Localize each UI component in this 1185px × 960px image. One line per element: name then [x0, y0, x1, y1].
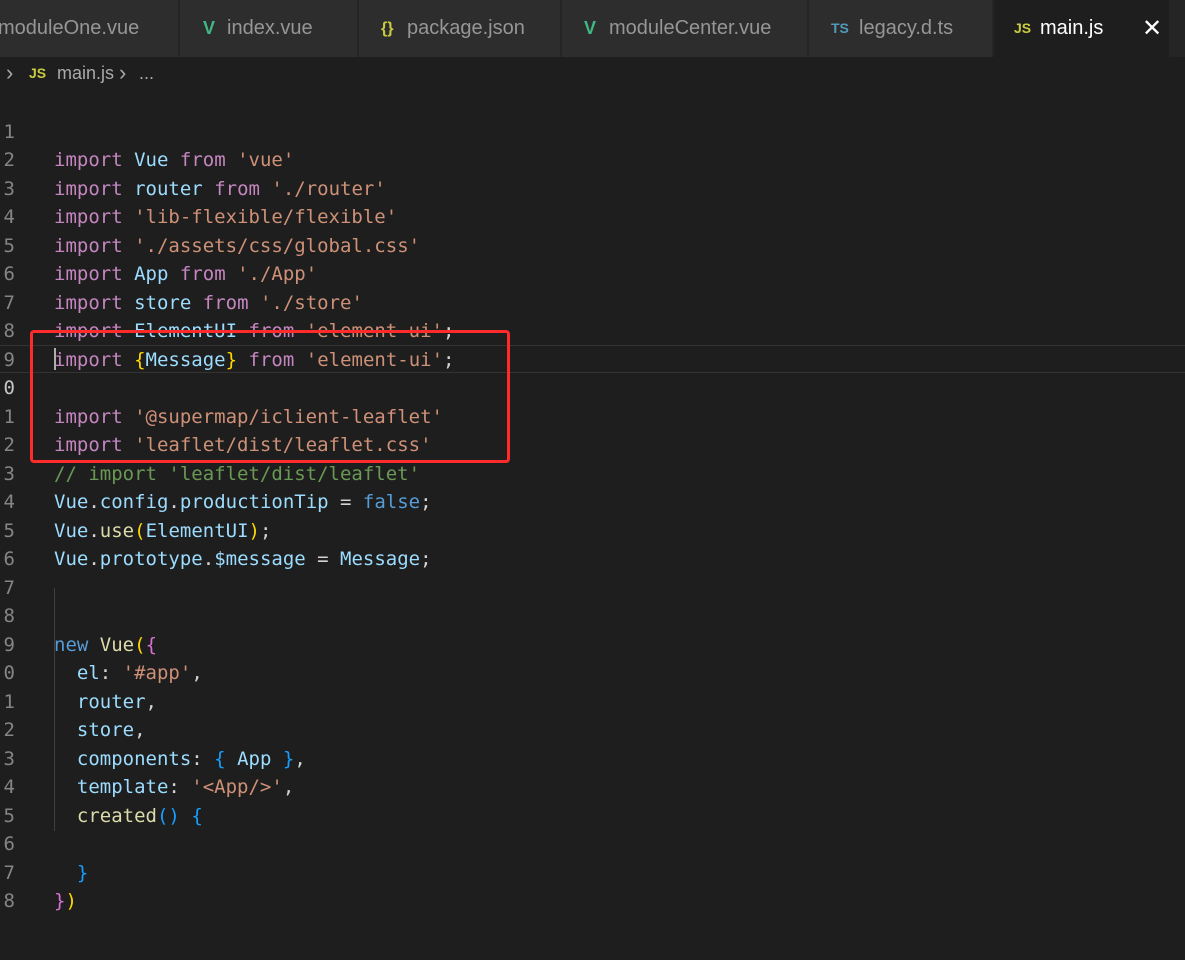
tab-moduleone-vue[interactable]: moduleOne.vue — [0, 0, 179, 57]
code-line: 5 import App from './App' — [0, 203, 1185, 286]
tab-label: index.vue — [227, 17, 313, 39]
highlight-annotation-box — [30, 330, 510, 463]
tab-index-vue[interactable]: V index.vue — [180, 0, 358, 57]
code-line: 1 store, — [0, 659, 1185, 742]
vscode-window: moduleOne.vue V index.vue {} package.jso… — [0, 0, 1185, 960]
chevron-right-icon: › — [119, 60, 127, 85]
tab-label: legacy.d.ts — [859, 17, 954, 39]
code-editor[interactable]: 1 import Vue from 'vue' 2 import router … — [0, 89, 1185, 960]
tab-label: moduleOne.vue — [0, 17, 140, 39]
code-line: 2 import router from './router' — [0, 118, 1185, 200]
vue-icon: V — [203, 18, 216, 38]
close-tab-icon[interactable]: ✕ — [1140, 0, 1164, 57]
code-line: 9 el: '#app', — [0, 602, 1185, 685]
tab-label: package.json — [407, 17, 525, 39]
code-line: 3 import 'lib-flexible/flexible' — [0, 146, 1185, 229]
code-line: 8 new Vue({ — [0, 574, 1185, 656]
code-line: 6 import store from './store' — [0, 232, 1185, 314]
js-icon: JS — [29, 65, 47, 81]
code-line: 6 — [0, 517, 1185, 570]
code-line: 7 import ElementUI from 'element-ui'; — [0, 260, 1185, 343]
code-line: 4 created() { — [0, 745, 1185, 827]
code-line: 6 } — [0, 802, 1185, 884]
tab-modulecenter-vue[interactable]: V moduleCenter.vue — [562, 0, 808, 57]
code-line: 0 router, — [0, 631, 1185, 713]
code-line: 3 template: '<App/>', — [0, 716, 1185, 799]
ts-icon: TS — [831, 20, 849, 36]
code-line: 7 }) — [0, 830, 1185, 913]
breadcrumb-file[interactable]: main.js — [57, 57, 114, 89]
tab-legacy-d-ts[interactable]: TS legacy.d.ts — [809, 0, 993, 57]
chevron-right-icon: › — [6, 60, 14, 85]
code-line: 1 import Vue from 'vue' — [0, 89, 1185, 172]
code-line: 8 import {Message} from 'element-ui'; — [0, 289, 1185, 371]
tab-label: moduleCenter.vue — [609, 17, 772, 39]
code-line: 4 Vue.use(ElementUI); — [0, 460, 1185, 542]
breadcrumb-symbols[interactable]: ... — [139, 57, 154, 89]
js-icon: JS — [1014, 20, 1032, 36]
json-icon: {} — [381, 20, 394, 37]
code-line: 7 — [0, 545, 1185, 599]
vue-icon: V — [584, 18, 597, 38]
tab-package-json[interactable]: {} package.json — [359, 0, 561, 57]
code-line: 5 — [0, 773, 1185, 827]
code-line: 8 — [0, 859, 1185, 912]
code-line: 4 import './assets/css/global.css' — [0, 175, 1185, 257]
tab-label: main.js — [1040, 17, 1104, 39]
line-number: 8 — [3, 890, 15, 912]
editor-tab-bar: moduleOne.vue V index.vue {} package.jso… — [0, 0, 1185, 57]
breadcrumb: › JS main.js › ... — [0, 57, 1185, 89]
code-line: 2 components: { App }, — [0, 688, 1185, 770]
code-line: 5 Vue.prototype.$message = Message; — [0, 488, 1185, 571]
